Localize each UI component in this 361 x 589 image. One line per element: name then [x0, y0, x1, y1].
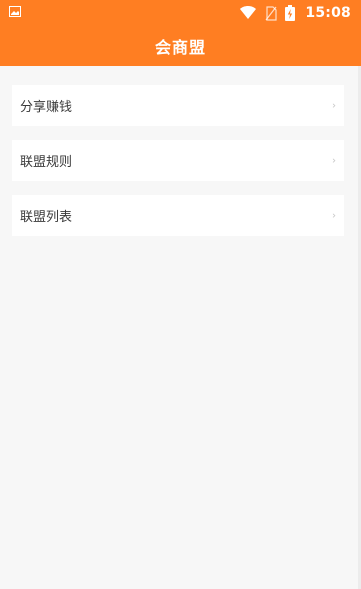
menu-list: 分享赚钱 › 联盟规则 › 联盟列表 › [12, 85, 344, 250]
wifi-icon [240, 6, 257, 19]
menu-item-alliance-rules[interactable]: 联盟规则 › [12, 140, 344, 181]
menu-item-alliance-list[interactable]: 联盟列表 › [12, 195, 344, 236]
status-right-group: 15:08 [239, 3, 351, 23]
battery-charging-icon [285, 5, 296, 21]
menu-item-share-earn[interactable]: 分享赚钱 › [12, 85, 344, 126]
menu-item-label: 联盟列表 [20, 210, 73, 225]
app-screen: 15:08 会商盟 分享赚钱 › 联盟规则 › 联盟列表 › [0, 0, 361, 589]
menu-item-label: 联盟规则 [20, 155, 73, 170]
top-bar: 15:08 会商盟 [0, 0, 361, 66]
chevron-right-icon: › [332, 210, 336, 221]
status-time: 15:08 [305, 5, 351, 21]
page-title: 会商盟 [154, 38, 206, 57]
chevron-right-icon: › [332, 100, 336, 111]
image-notification-icon [9, 6, 21, 17]
menu-item-label: 分享赚钱 [20, 100, 73, 115]
no-sim-icon [265, 5, 278, 21]
status-bar: 15:08 [0, 0, 361, 26]
chevron-right-icon: › [332, 155, 336, 166]
